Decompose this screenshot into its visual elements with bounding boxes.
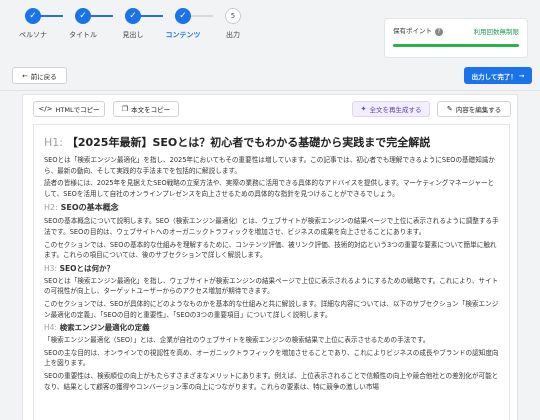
- paragraph: SEOの重要性は、検索順位の向上がもたらすさまざまなメリットにあります。例えば、…: [44, 371, 499, 391]
- unlimited-usage-label: 利用回数無制限: [473, 27, 520, 36]
- heading-level-tag: H2:: [44, 203, 58, 213]
- edit-content-label: 内容を編集する: [455, 106, 502, 114]
- paragraph: SEOとは「検索エンジン最適化」を指し、2025年においてもその重要性は増してい…: [44, 156, 496, 175]
- step-persona[interactable]: ✓ ペルソナ: [8, 8, 58, 40]
- sparkle-icon: ✦: [360, 105, 367, 113]
- paragraph: このセクションでは、SEOの基本的な仕組みを理解するために、コンテンツ評価、被リ…: [44, 240, 497, 260]
- copy-icon: ❐: [121, 105, 129, 113]
- copy-html-label: HTMLでコピー: [55, 106, 100, 114]
- article-preview: H1: 【2025年最新】SEOとは？初心者でもわかる基礎から実践まで完全解説 …: [33, 124, 510, 420]
- step-label: 見出し: [122, 31, 144, 39]
- article-h4: H4: 検索エンジン最適化の定義: [44, 322, 499, 333]
- complete-button[interactable]: 出力して完了！ →: [464, 67, 532, 84]
- content-panel: </> HTMLでコピー ❐ 本文をコピー ✦ 全文を再生成する ✎ 内容を編集…: [22, 94, 518, 420]
- step-label: コンテンツ: [165, 31, 201, 39]
- paragraph: 読者の皆様には、2025年を見据えたSEO戦略の立案方法や、実際の業務に活用でき…: [44, 179, 495, 198]
- paragraph: SEOの基本概念について説明します。SEO（検索エンジン最適化）とは、ウェブサイ…: [44, 217, 499, 236]
- h1-text: 【2025年最新】SEOとは？初心者でもわかる基礎から実践まで完全解説: [66, 136, 431, 149]
- back-button[interactable]: ← 前に戻る: [12, 67, 67, 84]
- copy-text-button[interactable]: ❐ 本文をコピー: [113, 101, 179, 117]
- points-card: 保有ポイント? 利用回数無制限: [384, 18, 528, 58]
- divider: [0, 90, 540, 91]
- heading-level-tag: H3:: [44, 263, 57, 273]
- edit-icon: ✎: [446, 105, 453, 113]
- heading-level-tag: H4:: [44, 323, 57, 333]
- arrow-left-icon: ←: [22, 71, 28, 80]
- step-headings[interactable]: ✓ 見出し: [108, 8, 158, 40]
- check-icon: ✓: [75, 8, 91, 24]
- article-h3: H3: SEOとは何か？: [44, 263, 499, 274]
- step-content[interactable]: ✓ コンテンツ: [158, 8, 208, 40]
- step-label: タイトル: [69, 31, 97, 39]
- check-icon: ✓: [125, 8, 141, 24]
- edit-content-button[interactable]: ✎ 内容を編集する: [437, 101, 511, 117]
- h3-text: SEOとは何か？: [59, 263, 114, 273]
- progress-stepper: ✓ ペルソナ ✓ タイトル ✓ 見出し ✓ コンテンツ 5 出力: [8, 8, 248, 58]
- arrow-right-icon: →: [518, 71, 525, 80]
- step-label: ペルソナ: [19, 31, 47, 39]
- code-icon: </>: [38, 105, 53, 113]
- step-title[interactable]: ✓ タイトル: [58, 8, 108, 40]
- regenerate-all-label: 全文を再生成する: [369, 106, 422, 114]
- step-number: 5: [225, 8, 241, 24]
- check-icon: ✓: [175, 8, 191, 24]
- back-button-label: 前に戻る: [30, 72, 57, 81]
- article-h2: H2: SEOの基本概念: [44, 202, 499, 213]
- paragraph: 「検索エンジン最適化（SEO）」とは、企業が自社のウェブサイトを検索エンジンの検…: [44, 336, 430, 345]
- article-h1: H1: 【2025年最新】SEOとは？初心者でもわかる基礎から実践まで完全解説: [44, 134, 499, 150]
- complete-button-label: 出力して完了！: [471, 72, 517, 81]
- paragraph: SEOの主な目的は、オンラインでの視認性を高め、オーガニックトラフィックを増加さ…: [44, 348, 499, 368]
- paragraph: このセクションでは、SEOが具体的にどのようなものかを基本的な仕組みと共に解説し…: [44, 299, 499, 319]
- step-output[interactable]: 5 出力: [208, 8, 258, 40]
- check-icon: ✓: [25, 8, 41, 24]
- step-label: 出力: [226, 31, 240, 39]
- paragraph: SEOとは「検索エンジン最適化」を指し、ウェブサイトが検索エンジンの結果ページで…: [44, 276, 499, 296]
- copy-text-label: 本文をコピー: [131, 106, 171, 114]
- points-title: 保有ポイント: [393, 27, 432, 35]
- points-progress-bar: [393, 44, 519, 47]
- copy-html-button[interactable]: </> HTMLでコピー: [33, 101, 105, 117]
- regenerate-all-button[interactable]: ✦ 全文を再生成する: [352, 101, 430, 117]
- points-progress-fill: [393, 44, 519, 47]
- h4-text: 検索エンジン最適化の定義: [59, 323, 150, 333]
- heading-level-tag: H1:: [44, 136, 63, 149]
- help-icon[interactable]: ?: [435, 28, 443, 36]
- h2-text: SEOの基本概念: [60, 203, 119, 213]
